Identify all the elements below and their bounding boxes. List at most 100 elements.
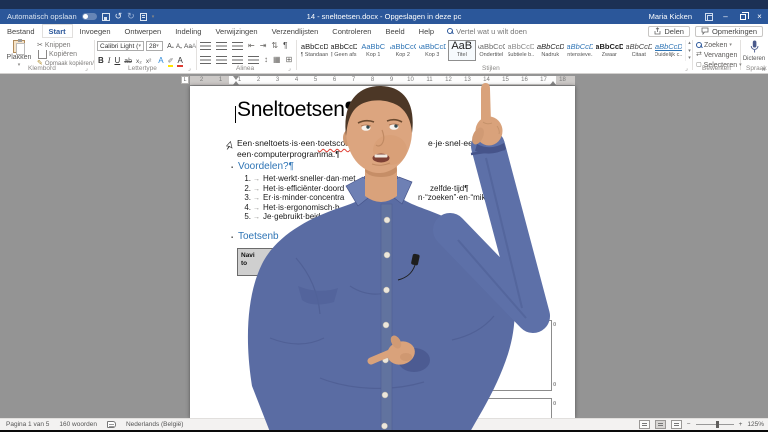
italic-button[interactable]: I bbox=[108, 56, 111, 65]
font-name-select[interactable]: Calibri Light (K▾ bbox=[97, 41, 144, 51]
style-card[interactable]: AaBbCcDc Zwaar bbox=[595, 40, 624, 61]
read-mode-button[interactable] bbox=[639, 420, 650, 429]
style-card[interactable]: AaBbCcDc ¶ Standaard bbox=[300, 40, 329, 61]
font-size-select[interactable]: 28▾ bbox=[146, 41, 163, 51]
zoom-level[interactable]: 125% bbox=[747, 421, 764, 428]
align-right-button[interactable] bbox=[232, 56, 243, 64]
style-card[interactable]: AaBbCcC Ondertitel bbox=[477, 40, 506, 61]
replace-button[interactable]: ⇄Vervangen bbox=[696, 50, 742, 60]
print-layout-button[interactable] bbox=[655, 420, 666, 429]
ribbon-tab[interactable]: Controleren bbox=[325, 24, 378, 38]
language-indicator[interactable]: Nederlands (België) bbox=[126, 421, 183, 428]
grow-font-button[interactable]: A▴ bbox=[166, 41, 175, 51]
style-card[interactable]: AaBbCcD Kop 3 bbox=[418, 40, 447, 61]
align-center-button[interactable] bbox=[216, 56, 227, 64]
text-highlight-button[interactable]: ✐ bbox=[168, 57, 174, 65]
font-dialog-launcher[interactable]: ⌟ bbox=[188, 65, 191, 72]
shrink-font-button[interactable]: A▾ bbox=[175, 42, 183, 52]
clear-formatting-button[interactable]: A bbox=[191, 41, 197, 51]
page-indicator[interactable]: Pagina 1 van 5 bbox=[6, 421, 49, 428]
style-name: ¶ Geen afs... bbox=[330, 52, 358, 59]
ribbon: Plakken ▾ ✂Knippen Kopiëren ✎Opmaak kopi… bbox=[0, 38, 768, 74]
subscript-button[interactable]: x₂ bbox=[136, 58, 142, 65]
style-name: Ondertitel bbox=[479, 52, 503, 59]
increase-indent-icon[interactable]: ⇥ bbox=[260, 42, 267, 50]
clipboard-dialog-launcher[interactable]: ⌟ bbox=[85, 65, 88, 72]
decrease-indent-icon[interactable]: ⇤ bbox=[248, 42, 255, 50]
ribbon-tab[interactable]: Invoegen bbox=[73, 24, 118, 38]
find-button[interactable]: Zoeken▾ bbox=[696, 40, 742, 50]
minimize-button[interactable]: – bbox=[717, 9, 734, 24]
styles-gallery-scroll[interactable]: ▴▾▾ bbox=[685, 40, 693, 61]
style-card[interactable]: AaBbCcC Kop 2 bbox=[389, 40, 418, 61]
justify-button[interactable] bbox=[248, 56, 259, 64]
style-card[interactable]: AaBbCcDc ¶ Geen afs... bbox=[330, 40, 359, 61]
web-layout-button[interactable] bbox=[671, 420, 682, 429]
redo-icon[interactable]: ↻ bbox=[127, 12, 135, 21]
styles-dialog-launcher[interactable]: ⌟ bbox=[685, 65, 688, 72]
underline-button[interactable]: U bbox=[114, 56, 120, 65]
shading-icon[interactable]: ▦ bbox=[273, 56, 281, 64]
zoom-slider[interactable] bbox=[696, 424, 734, 425]
share-button[interactable]: Delen bbox=[648, 26, 690, 37]
paragraph-dialog-launcher[interactable]: ⌟ bbox=[288, 65, 291, 72]
line-spacing-icon[interactable]: ↕ bbox=[264, 56, 268, 64]
user-name[interactable]: Maria Kicken bbox=[641, 12, 700, 21]
style-card[interactable]: AaBbCcDc Citaat bbox=[625, 40, 654, 61]
style-name: Duidelijk c... bbox=[654, 52, 682, 59]
show-formatting-marks-button[interactable]: ¶ bbox=[283, 42, 287, 50]
style-card[interactable]: AaBbCcDc Duidelijk c... bbox=[654, 40, 683, 61]
style-name: Intensieve... bbox=[566, 52, 594, 59]
style-name: Kop 2 bbox=[396, 52, 410, 59]
superscript-button[interactable]: x² bbox=[146, 58, 151, 65]
zoom-slider-thumb[interactable] bbox=[716, 421, 719, 428]
restore-button[interactable] bbox=[734, 9, 751, 24]
word-window: Automatisch opslaan ↺ ↻ ▾ 14 - sneltoets… bbox=[0, 0, 768, 432]
text-effects-button[interactable]: A bbox=[158, 56, 163, 65]
tab-stop-selector[interactable]: L bbox=[181, 76, 189, 84]
bullets-button[interactable] bbox=[200, 42, 211, 50]
ribbon-tab[interactable]: Start bbox=[42, 24, 73, 38]
sort-icon[interactable]: ⇅ bbox=[271, 42, 278, 50]
bold-button[interactable]: B bbox=[98, 56, 104, 65]
autosave-toggle[interactable] bbox=[82, 13, 97, 20]
comments-button[interactable]: Opmerkingen bbox=[695, 26, 763, 37]
tell-me-search[interactable]: Vertel wat u wilt doen bbox=[447, 27, 527, 36]
ribbon-tab[interactable]: Bestand bbox=[0, 24, 42, 38]
titlebar: Automatisch opslaan ↺ ↻ ▾ 14 - sneltoets… bbox=[0, 9, 768, 24]
word-count[interactable]: 160 woorden bbox=[59, 421, 97, 428]
align-left-button[interactable] bbox=[200, 56, 211, 64]
ribbon-tab[interactable]: Indeling bbox=[168, 24, 208, 38]
borders-icon[interactable]: ⊞ bbox=[286, 56, 293, 64]
close-button[interactable]: × bbox=[751, 9, 768, 24]
print-preview-icon[interactable] bbox=[140, 13, 147, 21]
save-icon[interactable] bbox=[102, 13, 110, 21]
ribbon-tab[interactable]: Ontwerpen bbox=[118, 24, 169, 38]
font-color-button[interactable]: A bbox=[177, 56, 182, 65]
proofing-status-icon[interactable] bbox=[107, 421, 116, 428]
ribbon-display-options-button[interactable] bbox=[700, 9, 717, 24]
style-card[interactable]: AaBbCcDc Intensieve... bbox=[566, 40, 595, 61]
style-card[interactable]: AaB Titel bbox=[448, 40, 477, 61]
dictate-button[interactable]: Dicteren bbox=[742, 40, 766, 62]
numbering-button[interactable] bbox=[216, 42, 227, 50]
customize-qat-dropdown-icon[interactable]: ▾ bbox=[152, 14, 155, 20]
zoom-out-button[interactable]: − bbox=[687, 421, 691, 428]
tell-me-label: Vertel wat u wilt doen bbox=[456, 27, 527, 36]
ribbon-tab[interactable]: Help bbox=[412, 24, 441, 38]
style-card[interactable]: AaBbCcDc Subtiele b... bbox=[507, 40, 536, 61]
multilevel-list-button[interactable] bbox=[232, 42, 243, 50]
ribbon-tab[interactable]: Verwijzingen bbox=[208, 24, 264, 38]
strikethrough-button[interactable]: ab bbox=[124, 58, 132, 65]
cut-button[interactable]: ✂Knippen bbox=[37, 41, 94, 50]
paste-button[interactable]: Plakken ▾ bbox=[5, 40, 33, 68]
style-card[interactable]: AaBbC Kop 1 bbox=[359, 40, 388, 61]
ribbon-tab[interactable]: Beeld bbox=[378, 24, 411, 38]
style-card[interactable]: AaBbCcDc Nadruk bbox=[536, 40, 565, 61]
copy-button[interactable]: Kopiëren bbox=[37, 50, 94, 59]
ribbon-tab[interactable]: Verzendlijsten bbox=[265, 24, 326, 38]
style-name: Zwaar bbox=[602, 52, 617, 59]
undo-icon[interactable]: ↺ bbox=[115, 12, 123, 21]
zoom-in-button[interactable]: + bbox=[739, 421, 743, 428]
collapse-ribbon-icon[interactable]: ∧ bbox=[762, 66, 766, 73]
